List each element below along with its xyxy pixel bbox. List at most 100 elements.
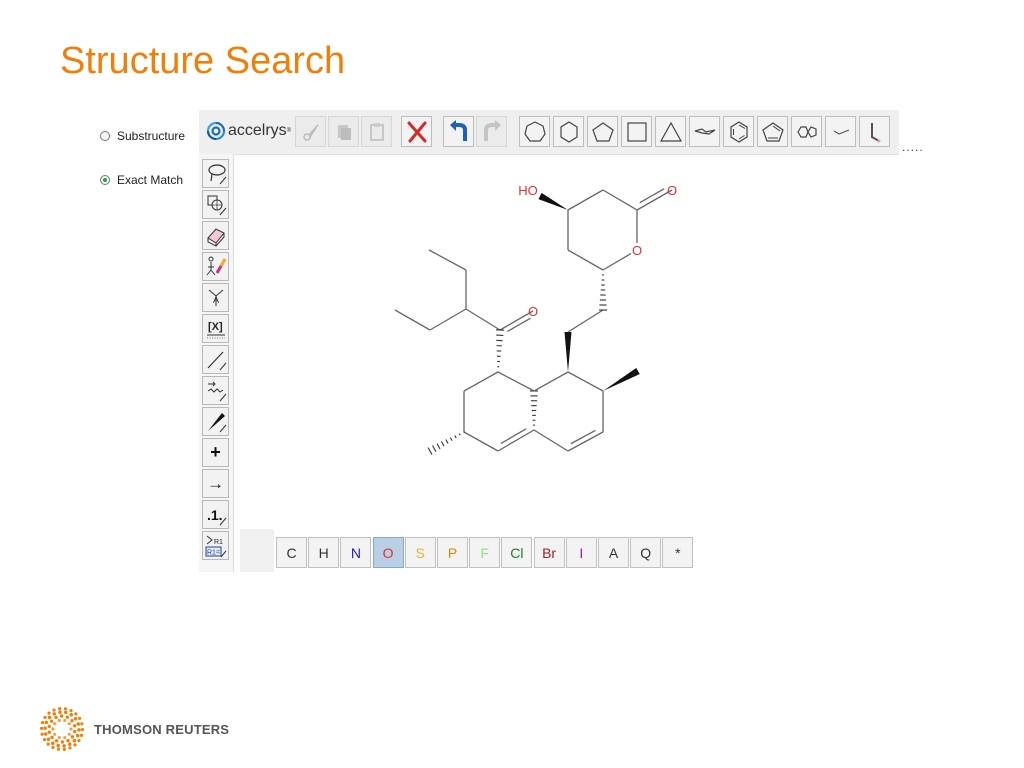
ring-bond	[602, 252, 632, 271]
logo-dot	[69, 727, 73, 731]
reaction-arrow-button[interactable]: →	[202, 469, 229, 498]
element-button-q[interactable]: Q	[630, 537, 662, 568]
delete-button[interactable]	[401, 116, 432, 147]
element-button-f[interactable]: F	[469, 537, 501, 568]
radio-button[interactable]	[100, 131, 110, 141]
atom-query-button[interactable]: A	[202, 283, 229, 312]
copy-button[interactable]	[328, 116, 359, 147]
ring-double-bond	[497, 429, 535, 452]
logo-dot	[67, 742, 72, 746]
fused-ring-button[interactable]	[791, 116, 822, 147]
logo-dot	[54, 715, 58, 720]
ester-oxygen-label: O	[528, 304, 538, 319]
r-group-button[interactable]: R1 R1=	[202, 531, 229, 560]
slide-title: Structure Search	[60, 40, 346, 82]
top-toolbar: accelrys ®	[199, 110, 899, 155]
hashed-bond-lactone	[599, 269, 607, 311]
logo-dot	[67, 732, 71, 736]
ring-bond	[567, 189, 604, 211]
chair-icon	[694, 127, 715, 135]
element-button-wildcard[interactable]: *	[662, 537, 694, 568]
cyclopropane-button[interactable]	[655, 116, 686, 147]
ring-bond	[533, 429, 569, 452]
lasso-select-button[interactable]	[202, 159, 229, 188]
drawing-canvas[interactable]: O O O HO	[234, 155, 899, 572]
element-button-s[interactable]: S	[404, 537, 436, 568]
cycloheptane-button[interactable]	[519, 116, 550, 147]
ring-bond	[463, 371, 499, 392]
radio-button[interactable]	[100, 175, 110, 185]
wedge-bond-button[interactable]	[202, 407, 229, 436]
logo-dot	[47, 711, 51, 715]
bond-template-button[interactable]	[859, 116, 890, 147]
logo-dot	[70, 735, 75, 739]
hashed-bond-methyl	[427, 431, 465, 455]
chain-button[interactable]	[825, 116, 856, 147]
cyclobutane-button[interactable]	[621, 116, 652, 147]
element-toolbar: C H N O S P F Cl Br I A Q *	[240, 529, 695, 572]
bracket-icon: [X]	[206, 321, 225, 338]
radio-exact-match[interactable]: Exact Match	[100, 173, 183, 187]
paste-button[interactable]	[361, 116, 392, 147]
reaction-bond-button[interactable]	[202, 376, 229, 405]
wedge-bond-hydroxyl	[538, 192, 568, 210]
rotate-button[interactable]	[202, 190, 229, 219]
element-button-n[interactable]: N	[340, 537, 372, 568]
bond	[465, 308, 501, 331]
element-button-c[interactable]: C	[276, 537, 307, 568]
logo-dot	[54, 739, 59, 743]
lactone-oxygen-label: O	[667, 183, 677, 198]
eraser-button[interactable]	[202, 221, 229, 250]
logo-dot	[57, 718, 61, 723]
logo-dot	[43, 726, 47, 730]
atom-color-button[interactable]	[202, 252, 229, 281]
element-button-i[interactable]: I	[565, 537, 597, 568]
logo-dot	[72, 724, 77, 728]
ring-bond	[497, 371, 535, 392]
element-button-h[interactable]: H	[308, 537, 340, 568]
logo-dot	[68, 746, 72, 750]
ring-bond	[567, 371, 604, 392]
redo-button[interactable]	[476, 116, 507, 147]
benzene-button[interactable]	[723, 116, 754, 147]
copy-icon	[337, 124, 351, 140]
eraser-icon	[206, 227, 225, 247]
chair-cyclohexane-button[interactable]	[689, 116, 720, 147]
logo-dot	[40, 726, 44, 731]
element-button-cl[interactable]: Cl	[501, 537, 533, 568]
atom-map-button[interactable]: .1.	[202, 500, 229, 529]
cyclopentane-button[interactable]	[587, 116, 618, 147]
single-bond-button[interactable]	[202, 345, 229, 374]
logo-dot	[73, 716, 78, 721]
logo-dot	[66, 738, 70, 743]
element-button-a[interactable]: A	[598, 537, 629, 568]
single-bond-icon	[207, 351, 226, 370]
logo-dot	[77, 716, 82, 721]
radio-substructure[interactable]: Substructure	[100, 129, 185, 143]
logo-dot	[53, 732, 57, 736]
element-button-br[interactable]: Br	[533, 537, 565, 568]
cut-button[interactable]	[295, 116, 326, 147]
element-button-o[interactable]: O	[372, 537, 404, 568]
element-button-p[interactable]: P	[437, 537, 468, 568]
logo-dot	[46, 742, 50, 746]
svg-text:A: A	[213, 295, 219, 305]
plus-button[interactable]: +	[202, 438, 229, 467]
pentagon-icon	[591, 121, 614, 142]
logo-dot	[75, 733, 80, 738]
undo-button[interactable]	[443, 116, 474, 147]
bracket-button[interactable]: [X]	[202, 314, 229, 343]
ring-bond	[463, 431, 499, 452]
logo-dot	[47, 730, 52, 734]
svg-text:R1: R1	[214, 539, 223, 546]
logo-dot	[63, 718, 67, 723]
logo-dot	[43, 715, 47, 720]
logo-dot	[73, 729, 77, 734]
logo-dot	[69, 712, 74, 717]
reaction-bond-icon	[207, 381, 226, 401]
cyclopentadiene-button[interactable]	[757, 116, 788, 147]
logo-dot	[40, 721, 45, 725]
cyclohexane-button[interactable]	[553, 116, 584, 147]
reuters-dots-icon	[40, 707, 84, 751]
cyclopentadiene-icon	[761, 121, 784, 142]
